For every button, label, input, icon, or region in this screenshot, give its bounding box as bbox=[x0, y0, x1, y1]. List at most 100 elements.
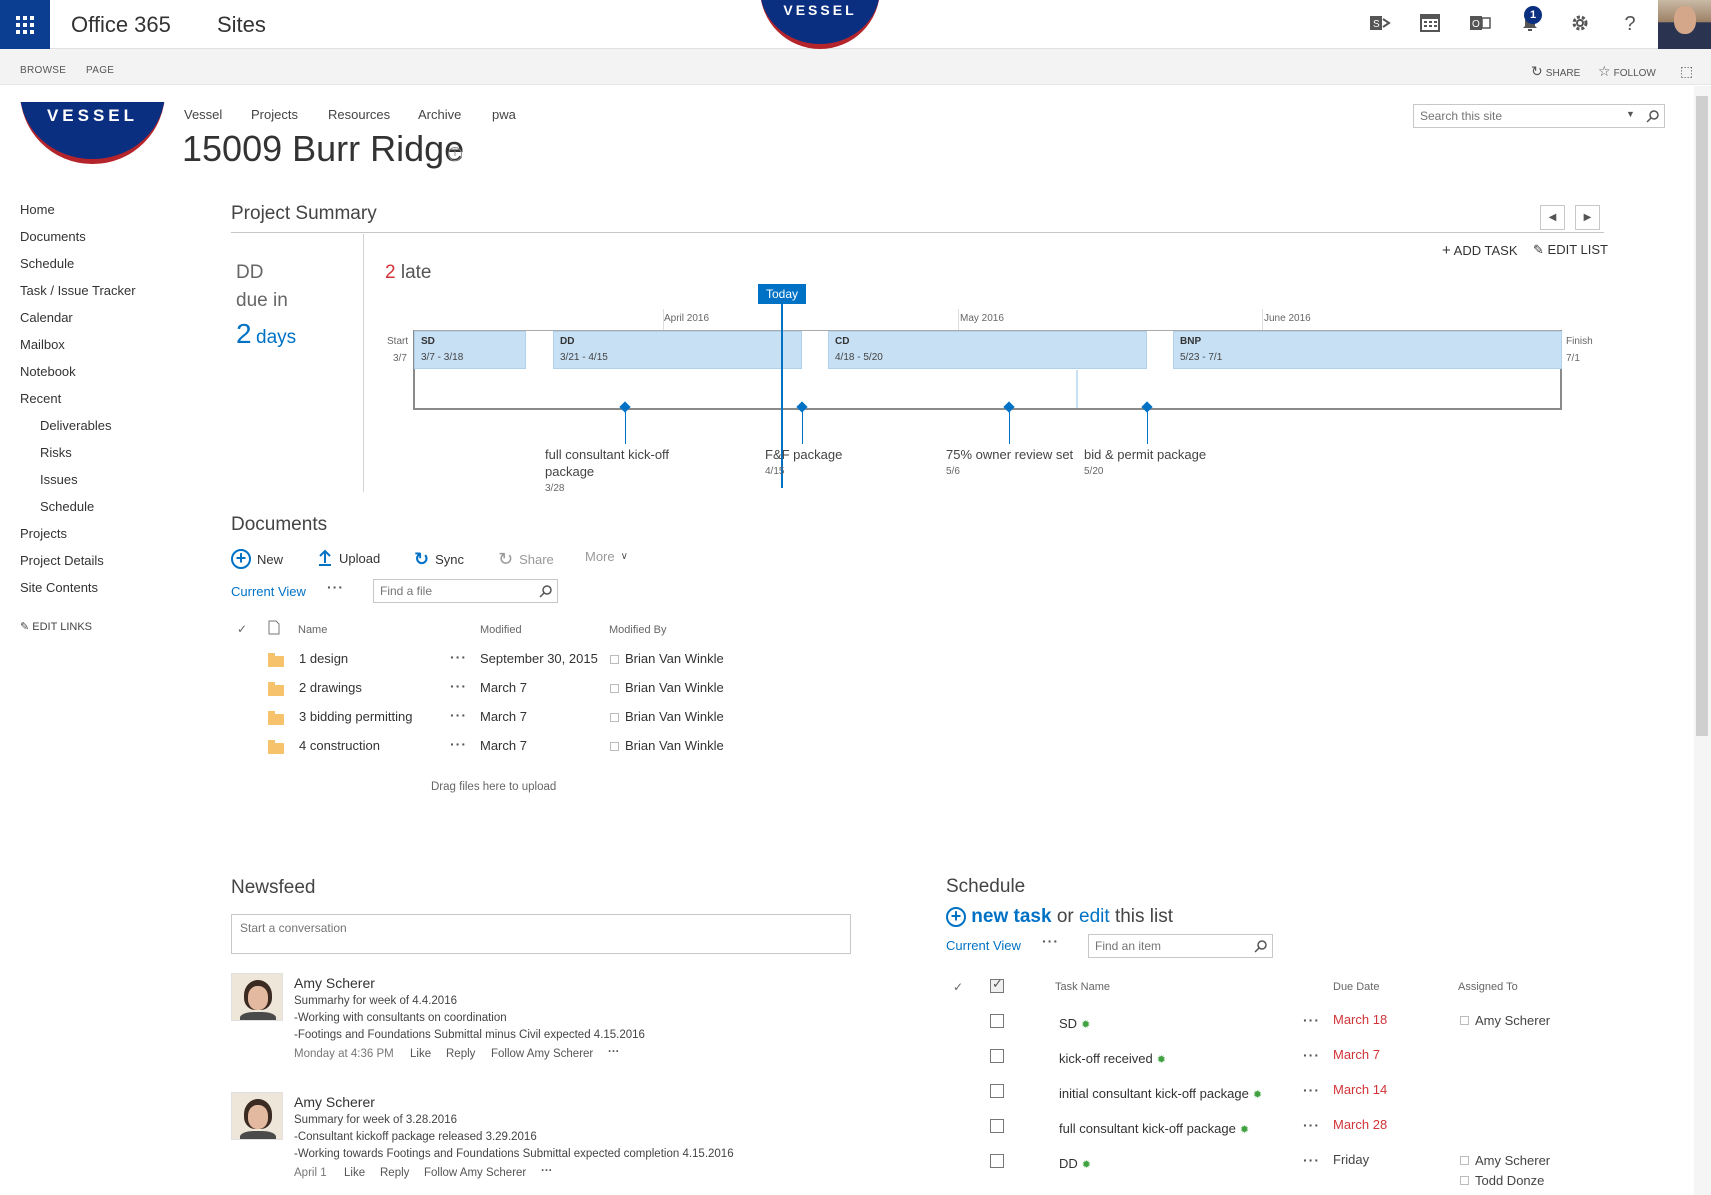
post-more-ellipsis[interactable]: ··· bbox=[541, 1165, 553, 1177]
topnav-pwa[interactable]: pwa bbox=[492, 107, 516, 122]
task-checkbox[interactable] bbox=[990, 1049, 1004, 1063]
col-header-modified[interactable]: Modified bbox=[480, 624, 522, 636]
user-avatar[interactable] bbox=[1658, 0, 1711, 49]
task-row-ellipsis[interactable]: ··· bbox=[1303, 1117, 1320, 1133]
doc-row-name[interactable]: 2 drawings bbox=[299, 680, 362, 695]
nav-calendar[interactable]: Calendar bbox=[20, 310, 73, 325]
row-ellipsis[interactable]: ··· bbox=[450, 649, 467, 665]
task-name[interactable]: full consultant kick-off package ✹ bbox=[1059, 1121, 1249, 1136]
timeline-prev-button[interactable]: ◀ bbox=[1540, 205, 1565, 230]
sharepoint-icon[interactable]: S bbox=[1368, 12, 1392, 36]
site-title[interactable]: 15009 Burr Ridge bbox=[182, 128, 464, 170]
nav-home[interactable]: Home bbox=[20, 202, 55, 217]
milestone-label[interactable]: F&F package bbox=[765, 446, 842, 463]
follow-button[interactable]: ☆ FOLLOW bbox=[1598, 63, 1656, 80]
task-assignee[interactable]: Todd Donze bbox=[1475, 1173, 1544, 1188]
add-task-button[interactable]: + ADD TASK bbox=[1442, 242, 1518, 259]
like-link[interactable]: Like bbox=[344, 1167, 365, 1179]
calendar-icon[interactable] bbox=[1418, 12, 1442, 36]
nav-recent[interactable]: Recent bbox=[20, 391, 61, 406]
nav-mailbox[interactable]: Mailbox bbox=[20, 337, 65, 352]
app-launcher-icon[interactable] bbox=[0, 0, 50, 49]
view-options-ellipsis[interactable]: ··· bbox=[327, 579, 344, 595]
tab-browse[interactable]: BROWSE bbox=[20, 65, 66, 76]
more-button[interactable]: More ∨ bbox=[585, 549, 628, 564]
phase-dd[interactable]: DD 3/21 - 4/15 bbox=[553, 331, 802, 369]
row-ellipsis[interactable]: ··· bbox=[450, 736, 467, 752]
current-view-link[interactable]: Current View bbox=[231, 584, 306, 599]
doc-row-modified-by[interactable]: Brian Van Winkle bbox=[625, 738, 724, 753]
like-link[interactable]: Like bbox=[410, 1048, 431, 1060]
upload-button[interactable]: Upload bbox=[317, 549, 380, 567]
office365-title[interactable]: Office 365 bbox=[71, 12, 171, 38]
doc-row-modified-by[interactable]: Brian Van Winkle bbox=[625, 709, 724, 724]
post-timestamp[interactable]: Monday at 4:36 PM bbox=[294, 1048, 394, 1060]
info-icon[interactable]: i bbox=[448, 147, 462, 161]
topnav-projects[interactable]: Projects bbox=[251, 107, 298, 122]
schedule-title[interactable]: Schedule bbox=[946, 876, 1025, 898]
task-assignee[interactable]: Amy Scherer bbox=[1475, 1013, 1550, 1028]
col-header-modified-by[interactable]: Modified By bbox=[609, 624, 666, 636]
doc-row-modified-by[interactable]: Brian Van Winkle bbox=[625, 680, 724, 695]
documents-title[interactable]: Documents bbox=[231, 514, 327, 536]
select-all-checkmark[interactable]: ✓ bbox=[237, 622, 247, 636]
col-header-task-name[interactable]: Task Name bbox=[1055, 981, 1110, 993]
nav-task-issue-tracker[interactable]: Task / Issue Tracker bbox=[20, 283, 136, 298]
schedule-current-view-link[interactable]: Current View bbox=[946, 938, 1021, 953]
post-timestamp[interactable]: April 1 bbox=[294, 1167, 327, 1179]
gear-icon[interactable] bbox=[1568, 12, 1592, 36]
focus-content-icon[interactable]: ⬚ bbox=[1680, 63, 1693, 80]
site-search-box[interactable]: ▼ bbox=[1413, 104, 1665, 128]
author-avatar[interactable] bbox=[231, 1092, 283, 1140]
topnav-resources[interactable]: Resources bbox=[328, 107, 390, 122]
nav-notebook[interactable]: Notebook bbox=[20, 364, 76, 379]
task-checkbox[interactable] bbox=[990, 1014, 1004, 1028]
site-logo[interactable]: VESSEL bbox=[20, 102, 165, 164]
task-name[interactable]: kick-off received ✹ bbox=[1059, 1051, 1166, 1066]
start-conversation-input[interactable] bbox=[232, 915, 850, 953]
find-item-input[interactable] bbox=[1089, 935, 1239, 957]
task-checkbox[interactable] bbox=[990, 1084, 1004, 1098]
task-row-ellipsis[interactable]: ··· bbox=[1303, 1047, 1320, 1063]
share-button[interactable]: ↻ SHARE bbox=[1531, 63, 1580, 80]
row-ellipsis[interactable]: ··· bbox=[450, 678, 467, 694]
search-icon[interactable] bbox=[1254, 939, 1268, 953]
outlook-icon[interactable]: O bbox=[1468, 12, 1492, 36]
timeline-next-button[interactable]: ▶ bbox=[1575, 205, 1600, 230]
search-icon[interactable] bbox=[539, 584, 553, 598]
task-row-ellipsis[interactable]: ··· bbox=[1303, 1012, 1320, 1028]
post-author[interactable]: Amy Scherer bbox=[294, 1094, 375, 1110]
edit-list-button[interactable]: ✎ EDIT LIST bbox=[1533, 242, 1608, 258]
milestone-label[interactable]: 75% owner review set bbox=[946, 446, 1073, 463]
doc-row-name[interactable]: 1 design bbox=[299, 651, 348, 666]
phase-bnp[interactable]: BNP 5/23 - 7/1 bbox=[1173, 331, 1562, 369]
nav-site-contents[interactable]: Site Contents bbox=[20, 580, 98, 595]
doc-row-modified-by[interactable]: Brian Van Winkle bbox=[625, 651, 724, 666]
edit-list-link[interactable]: edit bbox=[1079, 906, 1110, 927]
find-file-input[interactable] bbox=[374, 580, 524, 602]
find-file-box[interactable] bbox=[373, 579, 558, 603]
tab-page[interactable]: PAGE bbox=[86, 65, 114, 76]
phase-sd[interactable]: SD 3/7 - 3/18 bbox=[414, 331, 526, 369]
nav-recent-deliverables[interactable]: Deliverables bbox=[40, 418, 112, 433]
nav-schedule[interactable]: Schedule bbox=[20, 256, 74, 271]
new-task-link[interactable]: new task bbox=[971, 906, 1051, 927]
start-conversation-box[interactable] bbox=[231, 914, 851, 954]
select-all-checkmark[interactable]: ✓ bbox=[953, 980, 963, 994]
task-name[interactable]: DD ✹ bbox=[1059, 1156, 1091, 1171]
doc-row-name[interactable]: 4 construction bbox=[299, 738, 380, 753]
task-row-ellipsis[interactable]: ··· bbox=[1303, 1082, 1320, 1098]
find-item-box[interactable] bbox=[1088, 934, 1273, 958]
nav-recent-schedule[interactable]: Schedule bbox=[40, 499, 94, 514]
task-name[interactable]: initial consultant kick-off package ✹ bbox=[1059, 1086, 1262, 1101]
search-scope-dropdown-icon[interactable]: ▼ bbox=[1626, 109, 1635, 119]
task-row-ellipsis[interactable]: ··· bbox=[1303, 1152, 1320, 1168]
milestone-label[interactable]: full consultant kick-off package bbox=[545, 446, 669, 480]
reply-link[interactable]: Reply bbox=[446, 1048, 475, 1060]
task-assignee[interactable]: Amy Scherer bbox=[1475, 1153, 1550, 1168]
late-count-summary[interactable]: 2 late bbox=[385, 262, 432, 284]
sites-link[interactable]: Sites bbox=[217, 12, 266, 38]
share-doc-button[interactable]: ↻ Share bbox=[498, 549, 554, 570]
nav-projects[interactable]: Projects bbox=[20, 526, 67, 541]
scrollbar-thumb[interactable] bbox=[1696, 96, 1708, 736]
